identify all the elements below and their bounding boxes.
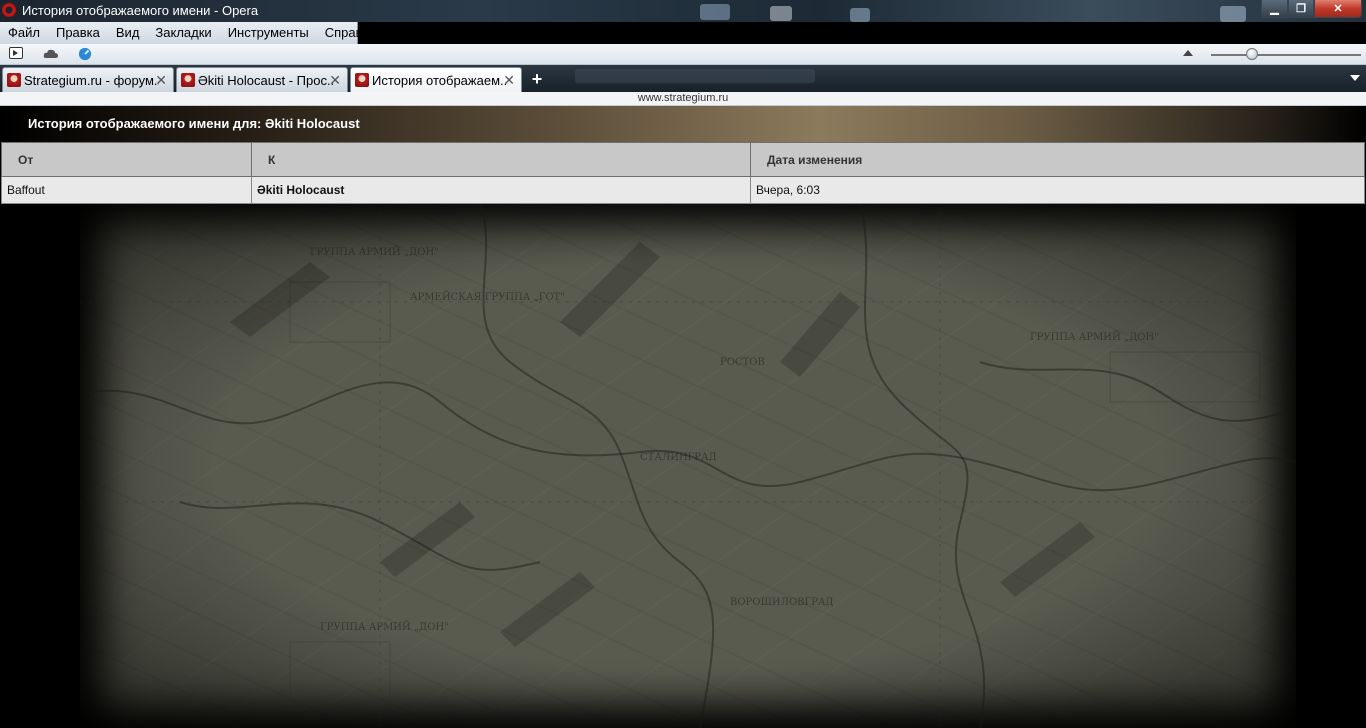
minimize-button[interactable]: ▁ — [1261, 0, 1288, 18]
close-window-button[interactable]: ✕ — [1314, 0, 1362, 18]
zoom-slider-knob[interactable] — [1245, 48, 1258, 60]
menu-view[interactable]: Вид — [108, 22, 148, 44]
window-title: История отображаемого имени - Opera — [22, 3, 259, 18]
table-row: Baffout Əkiti Holocaust Вчера, 6:03 — [1, 176, 1365, 204]
address-bar[interactable]: www.strategium.ru — [0, 92, 1366, 106]
cell-date: Вчера, 6:03 — [750, 176, 1365, 204]
menu-bookmarks[interactable]: Закладки — [147, 22, 219, 44]
desktop-background-icon — [700, 4, 730, 20]
close-icon: ✕ — [1333, 3, 1343, 15]
tab-menu-arrow-icon[interactable] — [1350, 75, 1360, 81]
tab-display-name-history[interactable]: История отображаем... ✕ — [350, 67, 522, 94]
desktop-background-icon — [770, 6, 792, 21]
window-title-bar: История отображаемого имени - Opera ▁ ❐ … — [0, 0, 1366, 22]
display-name-history-table: От К Дата изменения Baffout Əkiti Holoca… — [1, 142, 1365, 204]
page-content: ГРУППА АРМИЙ „ДОН" АРМЕЙСКАЯ ГРУППА „ГОТ… — [0, 106, 1366, 728]
map-label: РОСТОВ — [720, 357, 765, 368]
page-title: История отображаемого имени для: Əkiti H… — [28, 116, 360, 131]
menu-edit[interactable]: Правка — [48, 22, 108, 44]
tab-label: Strategium.ru - форум... — [24, 73, 159, 88]
map-lines — [80, 202, 1296, 728]
tab-close-icon[interactable]: ✕ — [329, 72, 341, 89]
strategium-favicon-icon — [181, 73, 195, 87]
background-map-image: ГРУППА АРМИЙ „ДОН" АРМЕЙСКАЯ ГРУППА „ГОТ… — [80, 202, 1296, 728]
column-header-date: Дата изменения — [750, 142, 1365, 177]
desktop-background-icon — [1220, 6, 1246, 22]
desktop-background-icon — [575, 69, 815, 83]
map-label: ГРУППА АРМИЙ „ДОН" — [310, 247, 439, 258]
collapse-arrow-icon[interactable] — [1183, 50, 1193, 56]
browser-toolbar — [0, 44, 1366, 65]
maximize-icon: ❐ — [1296, 3, 1306, 15]
maximize-button[interactable]: ❐ — [1288, 0, 1314, 18]
map-label: СТАЛИНГРАД — [640, 452, 717, 463]
map-label: АРМЕЙСКАЯ ГРУППА „ГОТ" — [410, 292, 565, 303]
column-header-to: К — [251, 142, 751, 177]
tab-label: Əkiti Holocaust - Прос... — [198, 73, 333, 88]
map-label: ГРУППА АРМИЙ „ДОН" — [1030, 332, 1159, 343]
tab-profile[interactable]: Əkiti Holocaust - Прос... ✕ — [176, 67, 348, 92]
cell-from: Baffout — [1, 176, 252, 204]
zoom-slider-track[interactable] — [1211, 54, 1361, 56]
map-label: ГРУППА АРМИЙ „ДОН" — [320, 622, 449, 633]
tab-bar: Strategium.ru - форум... ✕ Əkiti Holocau… — [0, 65, 1366, 94]
menu-tools[interactable]: Инструменты — [220, 22, 317, 44]
opera-logo-icon[interactable] — [2, 3, 16, 17]
menu-file[interactable]: Файл — [0, 22, 48, 44]
cell-to: Əkiti Holocaust — [251, 176, 751, 204]
table-header-row: От К Дата изменения — [1, 142, 1365, 177]
column-header-from: От — [1, 142, 252, 177]
tab-close-icon[interactable]: ✕ — [503, 72, 515, 89]
tab-label: История отображаем... — [372, 73, 507, 88]
tab-strategium-forum[interactable]: Strategium.ru - форум... ✕ — [2, 67, 174, 92]
panel-toggle-icon[interactable] — [9, 47, 23, 59]
menu-bar: Файл Правка Вид Закладки Инструменты Спр… — [0, 22, 376, 44]
strategium-favicon-icon — [355, 73, 369, 87]
new-tab-button[interactable]: + — [528, 70, 546, 88]
strategium-favicon-icon — [7, 73, 21, 87]
tab-close-icon[interactable]: ✕ — [155, 72, 167, 89]
opera-turbo-icon[interactable] — [77, 47, 93, 61]
menu-help[interactable]: Справка — [317, 22, 384, 44]
desktop-background-icon — [850, 8, 870, 22]
page-url: www.strategium.ru — [637, 92, 729, 104]
opera-unite-cloud-icon[interactable] — [43, 47, 59, 61]
minimize-icon: ▁ — [1270, 3, 1279, 15]
map-label: ВОРОШИЛОВГРАД — [730, 597, 834, 608]
page-header-banner: История отображаемого имени для: Əkiti H… — [0, 106, 1366, 142]
